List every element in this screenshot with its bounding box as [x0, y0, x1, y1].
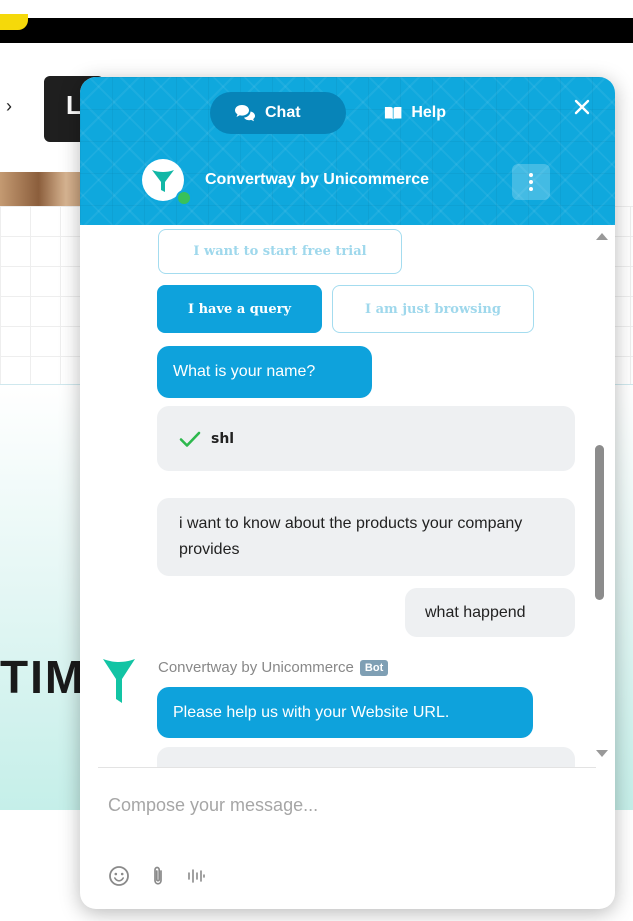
- tab-help-label: Help: [411, 104, 446, 121]
- kebab-dot: [529, 173, 533, 177]
- close-icon[interactable]: [571, 96, 593, 118]
- book-icon: [384, 107, 402, 120]
- composer-divider: [98, 767, 596, 768]
- voice-icon[interactable]: [186, 865, 206, 887]
- user-answer: shl: [157, 406, 575, 471]
- tab-chat-label: Chat: [265, 104, 301, 121]
- brand-logo-icon: [152, 170, 174, 192]
- compose-message-input[interactable]: [108, 795, 568, 816]
- bot-message: Please help us with your Website URL.: [157, 687, 533, 738]
- tab-chat[interactable]: Chat: [210, 92, 346, 134]
- message-list: I want to start free trial I have a quer…: [80, 225, 615, 767]
- bot-badge: Bot: [359, 659, 389, 676]
- scroll-down-arrow-icon[interactable]: [596, 750, 608, 757]
- user-message: i want to know about the products your c…: [157, 498, 575, 576]
- attachment-icon[interactable]: [150, 865, 166, 887]
- scroll-thumb[interactable]: [595, 445, 604, 600]
- site-yellow-badge: [0, 14, 28, 30]
- bot-sender: Convertway by Unicommerce Bot: [158, 659, 389, 676]
- site-top-strip: [0, 0, 633, 18]
- bot-sender-name: Convertway by Unicommerce: [158, 659, 354, 676]
- site-nav-arrow[interactable]: ›: [6, 96, 12, 117]
- chat-header: Chat Help Convertway by Unicommerce: [80, 77, 615, 225]
- user-message: what happend: [405, 588, 575, 637]
- brand-name: Convertway by Unicommerce: [205, 171, 430, 188]
- bot-avatar-icon: [103, 659, 135, 703]
- emoji-icon[interactable]: [108, 865, 130, 887]
- tab-help[interactable]: Help: [360, 92, 470, 134]
- chat-bubbles-icon: [235, 105, 255, 122]
- chat-widget: Chat Help Convertway by Unicommerce I wa…: [80, 77, 615, 909]
- site-heading-fragment: TIM: [0, 651, 86, 703]
- option-browsing-button[interactable]: I am just browsing: [332, 285, 534, 333]
- option-query-button[interactable]: I have a query: [157, 285, 322, 333]
- more-options-button[interactable]: [512, 164, 550, 200]
- online-status-dot: [176, 190, 192, 206]
- kebab-dot: [529, 187, 533, 191]
- user-answer-text: shl: [211, 430, 235, 447]
- message-scrollbar[interactable]: [590, 227, 610, 765]
- bot-message: What is your name?: [157, 346, 372, 398]
- scroll-up-arrow-icon[interactable]: [596, 233, 608, 240]
- kebab-dot: [529, 180, 533, 184]
- bot-message-partial: [157, 747, 575, 767]
- check-icon: [179, 431, 201, 447]
- option-start-trial-button[interactable]: I want to start free trial: [158, 229, 402, 274]
